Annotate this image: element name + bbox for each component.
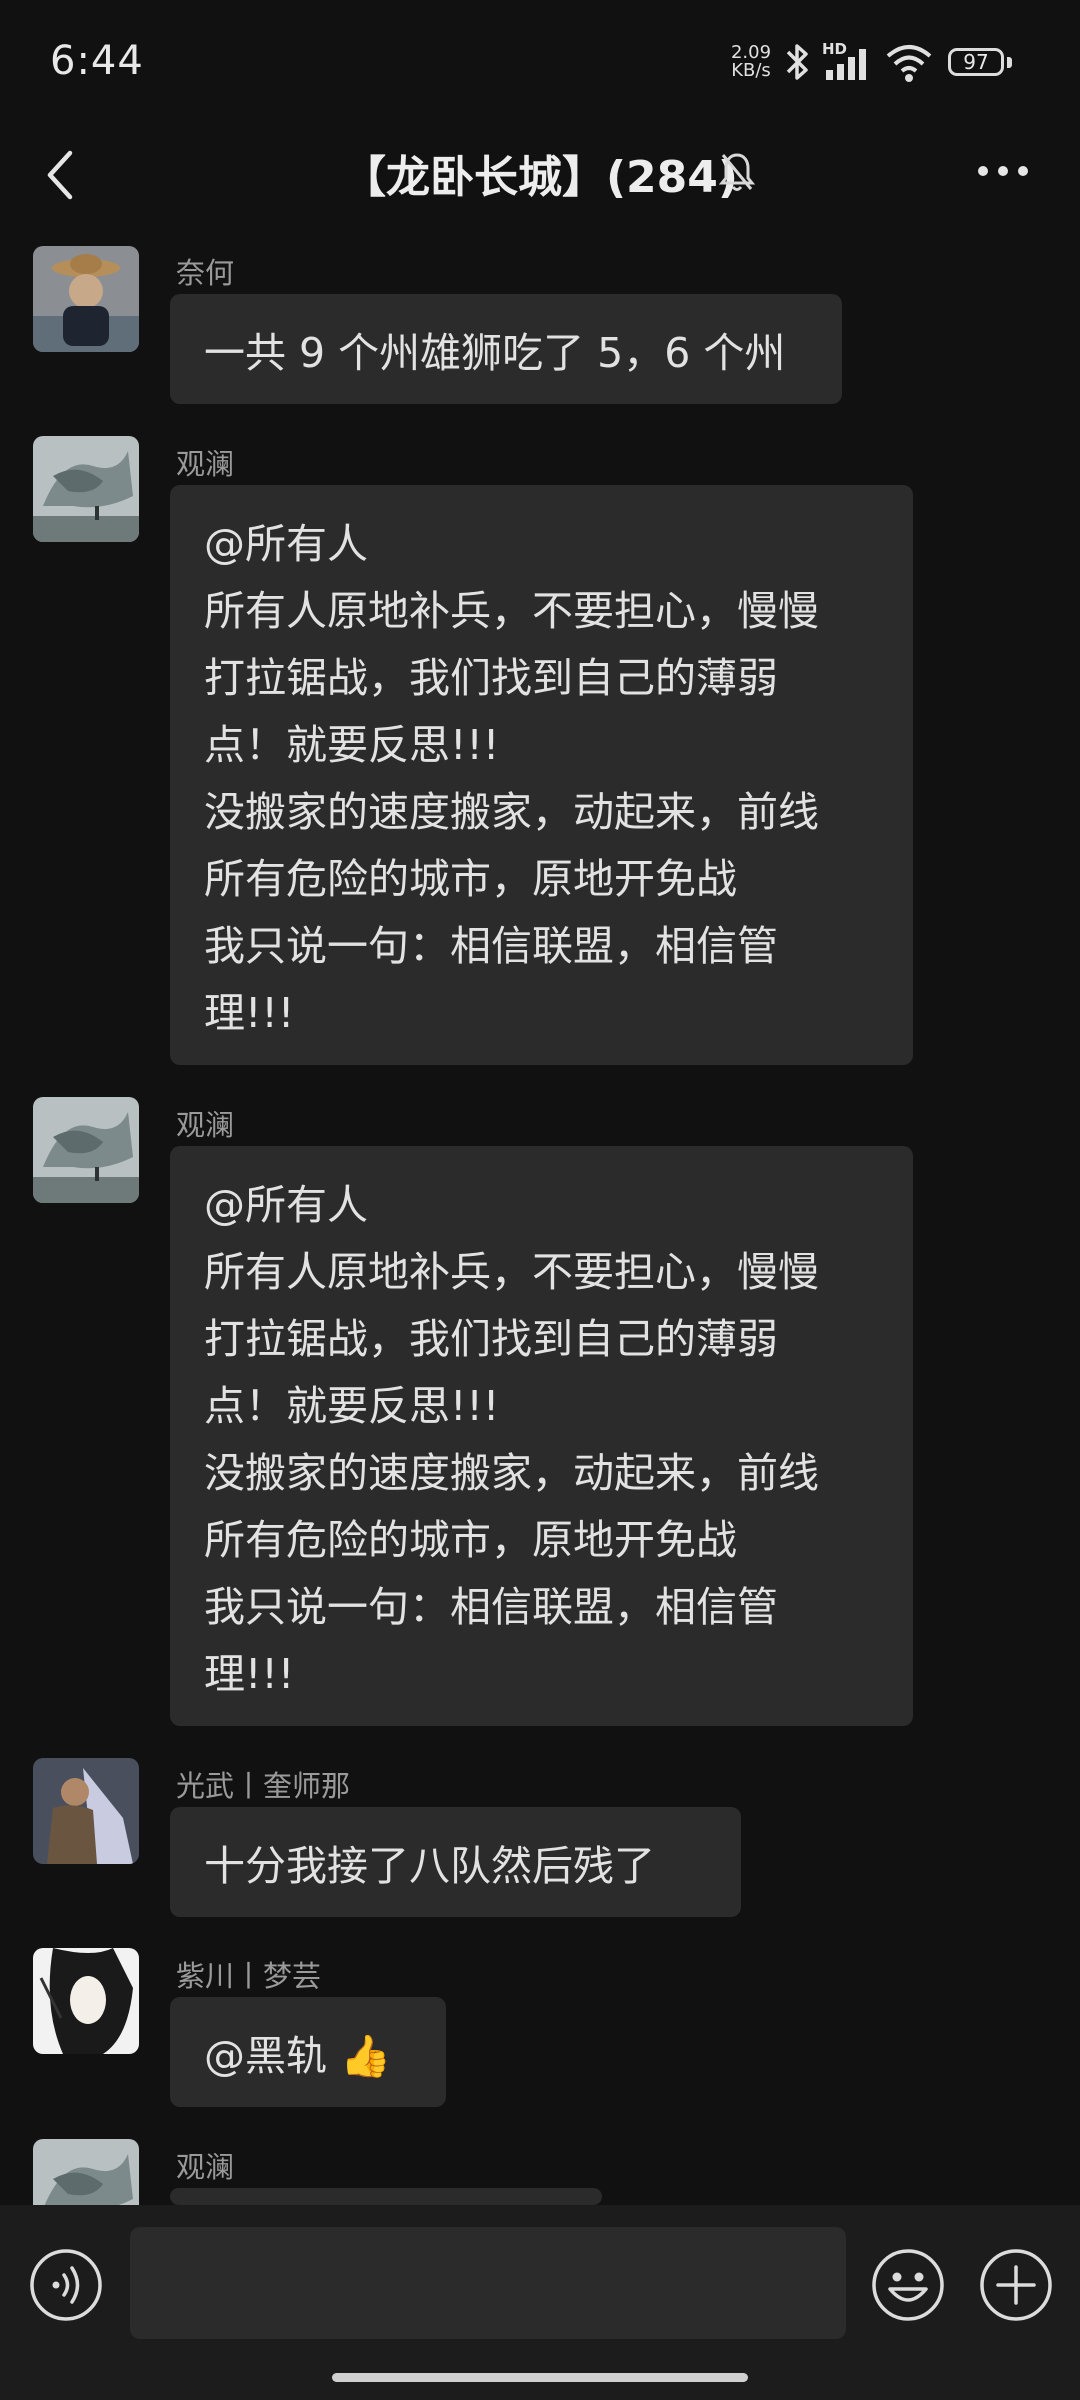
avatar[interactable] xyxy=(33,436,139,542)
avatar-dragon-icon xyxy=(33,436,139,542)
muted-bell-icon xyxy=(718,153,756,191)
message-bubble[interactable]: 十分我接了八队然后残了 xyxy=(170,1807,741,1917)
chat-title: 【龙卧长城】(284) xyxy=(341,152,739,203)
message-bubble[interactable] xyxy=(170,2188,602,2205)
message-input[interactable] xyxy=(130,2227,846,2339)
battery-indicator: 97 xyxy=(948,48,1004,76)
sender-name: 观澜 xyxy=(176,2150,235,2184)
battery-tip xyxy=(1007,57,1012,68)
bluetooth-icon xyxy=(786,44,808,80)
avatar-dragon-icon xyxy=(33,1097,139,1203)
avatar[interactable] xyxy=(33,1948,139,2054)
home-indicator[interactable] xyxy=(332,2373,748,2382)
avatar-cat-hat-icon xyxy=(33,246,139,352)
message-bubble[interactable]: @所有人 所有人原地补兵，不要担心，慢慢 打拉锯战，我们找到自己的薄弱 点！就要… xyxy=(170,485,913,1065)
message-bubble[interactable]: 一共 9 个州雄狮吃了 5，6 个州 xyxy=(170,294,842,404)
network-speed: 2.09 KB/s xyxy=(728,44,774,80)
signal-icon xyxy=(826,49,866,80)
sender-name: 观澜 xyxy=(176,1108,235,1142)
clock: 6:44 xyxy=(50,38,144,84)
avatar[interactable] xyxy=(33,2139,139,2205)
message-bubble[interactable]: @黑轨 👍 xyxy=(170,1997,446,2107)
sender-name: 光武丨奎师那 xyxy=(176,1769,351,1803)
message-bubble[interactable]: @所有人 所有人原地补兵，不要担心，慢慢 打拉锯战，我们找到自己的薄弱 点！就要… xyxy=(170,1146,913,1726)
sender-name: 奈何 xyxy=(176,256,235,290)
emoji-icon[interactable] xyxy=(870,2247,946,2323)
avatar[interactable] xyxy=(33,1097,139,1203)
status-bar: 6:44 2.09 KB/s HD 97 xyxy=(0,0,1080,125)
avatar[interactable] xyxy=(33,246,139,352)
avatar-warrior-icon xyxy=(33,1758,139,1864)
chat-header: 【龙卧长城】(284) xyxy=(0,125,1080,215)
sender-name: 观澜 xyxy=(176,447,235,481)
avatar[interactable] xyxy=(33,1758,139,1864)
avatar-dragon-icon xyxy=(33,2139,139,2205)
wifi-icon xyxy=(886,45,932,82)
page-title: 【龙卧长城】(284) xyxy=(0,141,1080,205)
more-options-icon[interactable] xyxy=(976,163,1030,179)
network-speed-unit: KB/s xyxy=(731,60,771,81)
avatar-anime-girl-icon xyxy=(33,1948,139,2054)
voice-input-icon[interactable] xyxy=(28,2247,104,2323)
sender-name: 紫川丨梦芸 xyxy=(176,1959,322,1993)
add-attachment-icon[interactable] xyxy=(978,2247,1054,2323)
composer-bar xyxy=(0,2205,1080,2400)
